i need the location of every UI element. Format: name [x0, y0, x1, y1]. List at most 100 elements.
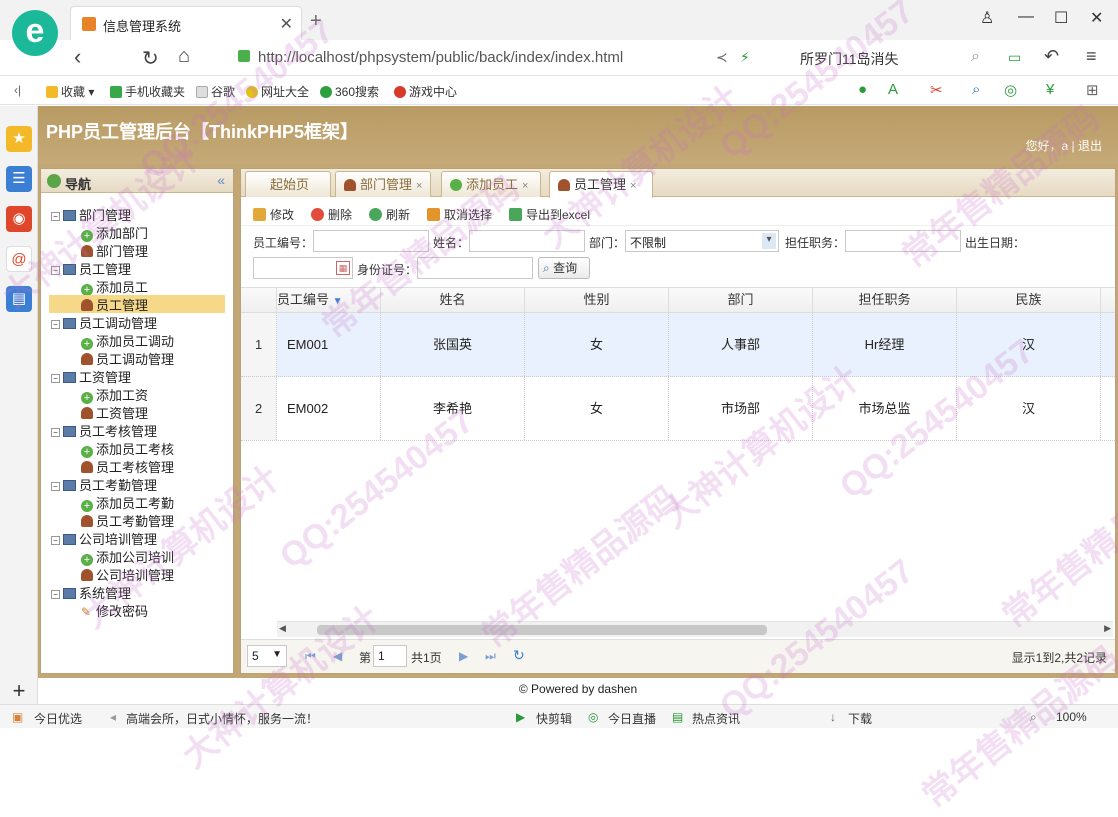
gamepad-icon[interactable]: ◎ — [1004, 81, 1017, 99]
star-favorites-icon[interactable]: ★ — [6, 126, 32, 152]
first-page-icon[interactable]: ⏮ — [305, 649, 316, 664]
home-icon[interactable]: ⌂ — [178, 45, 190, 68]
horizontal-scrollbar[interactable]: ◀ ▶ — [277, 621, 1113, 637]
scroll-right-icon[interactable]: ▶ — [1104, 623, 1111, 634]
tab-add-employee[interactable]: 添加员工 × — [441, 171, 541, 197]
share-icon[interactable]: ≺ — [716, 49, 728, 66]
emp-no-input[interactable] — [313, 230, 429, 252]
zoom-level[interactable]: 100% — [1056, 710, 1087, 724]
nav-group[interactable]: − 员工考核管理 — [51, 421, 157, 439]
bookmark-hao[interactable]: 网址大全 — [246, 83, 309, 100]
export-excel-button[interactable]: 导出到excel — [509, 206, 590, 223]
lightning-icon[interactable]: ⚡ — [740, 49, 750, 66]
bookmark-google[interactable]: 谷歌 — [196, 83, 235, 100]
scroll-left-icon[interactable]: ◀ — [279, 623, 286, 634]
table-row[interactable]: 2 EM002 李希艳 女 市场部 市场总监 汉 — [241, 377, 1115, 441]
document-icon[interactable]: ▤ — [6, 286, 32, 312]
maximize-icon[interactable]: ☐ — [1054, 8, 1068, 28]
name-input[interactable] — [469, 230, 585, 252]
url-field[interactable]: http://localhost/phpsystem/public/back/i… — [230, 46, 705, 70]
nav-group[interactable]: − 员工管理 — [51, 259, 131, 277]
minimize-icon[interactable]: — — [1018, 8, 1034, 26]
nav-item[interactable]: 员工考勤管理 — [81, 511, 174, 529]
search-icon[interactable]: ⌕ — [971, 48, 980, 66]
expand-toggle-icon[interactable]: − — [51, 590, 60, 599]
nav-group[interactable]: − 部门管理 — [51, 205, 131, 223]
status-quick-edit[interactable]: 快剪辑 — [536, 710, 572, 727]
nav-item[interactable]: 员工调动管理 — [81, 349, 174, 367]
delete-button[interactable]: 删除 — [311, 206, 352, 223]
cancel-select-button[interactable]: 取消选择 — [427, 206, 492, 223]
nav-item[interactable]: + 添加员工考核 — [81, 439, 174, 458]
nav-group[interactable]: − 系统管理 — [51, 583, 131, 601]
edit-button[interactable]: 修改 — [253, 206, 294, 223]
next-page-icon[interactable]: ▶ — [459, 649, 468, 663]
page-number-input[interactable]: 1 — [373, 645, 407, 667]
bookmark-mobile[interactable]: 手机收藏夹 — [110, 83, 185, 100]
status-today-pick[interactable]: 今日优选 — [34, 710, 82, 727]
close-tab-icon[interactable]: × — [630, 180, 636, 192]
new-tab-icon[interactable]: + — [310, 10, 322, 33]
bookmark-favorites[interactable]: 收藏 ▾ — [46, 83, 94, 100]
nav-item[interactable]: 部门管理 — [81, 241, 148, 259]
bookmark-games[interactable]: 游戏中心 — [394, 83, 457, 100]
reload-icon[interactable]: ↻ — [142, 46, 159, 71]
nav-item[interactable]: + 添加员工 — [81, 277, 148, 296]
nav-item[interactable]: ✎ 修改密码 — [81, 601, 148, 619]
column-header[interactable]: 员工编号 ▼ — [277, 288, 381, 313]
column-header[interactable]: 姓名 — [381, 288, 525, 313]
table-row[interactable]: 1 EM001 张国英 女 人事部 Hr经理 汉 — [241, 313, 1115, 377]
weibo-icon[interactable]: ◉ — [6, 206, 32, 232]
expand-toggle-icon[interactable]: − — [51, 536, 60, 545]
expand-toggle-icon[interactable]: − — [51, 266, 60, 275]
scrollbar-thumb[interactable] — [317, 625, 767, 635]
calendar-icon[interactable]: ▦ — [336, 261, 350, 275]
refresh-button[interactable]: 刷新 — [369, 206, 410, 223]
magnifier-icon[interactable]: ⌕ — [972, 81, 980, 98]
collapse-nav-icon[interactable]: « — [217, 172, 225, 188]
undo-icon[interactable]: ↶ — [1044, 46, 1059, 67]
prev-page-icon[interactable]: ◀ — [333, 649, 342, 663]
mail-icon[interactable]: @ — [6, 246, 32, 272]
chevron-down-icon[interactable]: ▾ — [762, 233, 776, 249]
scissors-icon[interactable]: ✂ — [930, 81, 943, 99]
close-tab-icon[interactable]: × — [522, 180, 528, 192]
search-box[interactable]: 所罗门11岛消失 ⌕ — [790, 46, 990, 70]
wechat-icon[interactable]: ● — [858, 81, 867, 98]
nav-item[interactable]: 工资管理 — [81, 403, 148, 421]
bookmark-360[interactable]: 360搜索 — [320, 83, 379, 100]
column-header[interactable]: 部门 — [669, 288, 813, 313]
id-card-input[interactable] — [417, 257, 533, 279]
close-tab-icon[interactable]: × — [416, 180, 422, 192]
last-page-icon[interactable]: ⏭ — [485, 649, 496, 664]
expand-toggle-icon[interactable]: − — [51, 482, 60, 491]
nav-group[interactable]: − 员工调动管理 — [51, 313, 157, 331]
browser-tab[interactable]: 信息管理系统 ✕ — [70, 6, 302, 40]
close-tab-icon[interactable]: ✕ — [280, 14, 293, 34]
birth-date-input[interactable]: ▦ — [253, 257, 353, 279]
status-ad-text[interactable]: 高端会所，日式小情怀，服务一流！ — [126, 710, 318, 727]
status-download[interactable]: 下载 — [848, 710, 872, 727]
sidebar-toggle-icon[interactable]: ‹| — [14, 83, 21, 97]
column-header[interactable]: 性别 — [525, 288, 669, 313]
expand-toggle-icon[interactable]: − — [51, 374, 60, 383]
tab-employee-manage[interactable]: 员工管理 × — [549, 171, 653, 198]
nav-item[interactable]: 公司培训管理 — [81, 565, 174, 583]
logout-link[interactable]: 退出 — [1078, 139, 1102, 153]
status-live[interactable]: 今日直播 — [608, 710, 656, 727]
chevron-down-icon[interactable]: ▼ — [272, 649, 282, 660]
query-button[interactable]: ⌕ 查询 — [538, 257, 590, 279]
expand-toggle-icon[interactable]: − — [51, 320, 60, 329]
nav-group[interactable]: − 公司培训管理 — [51, 529, 157, 547]
nav-item[interactable]: + 添加公司培训 — [81, 547, 174, 566]
nav-group[interactable]: − 员工考勤管理 — [51, 475, 157, 493]
position-input[interactable] — [845, 230, 961, 252]
reload-page-icon[interactable]: ↻ — [513, 647, 525, 664]
nav-item[interactable]: 员工考核管理 — [81, 457, 174, 475]
column-header[interactable]: 担任职务 — [813, 288, 957, 313]
expand-toggle-icon[interactable]: − — [51, 212, 60, 221]
battery-icon[interactable]: ▭ — [1008, 49, 1021, 66]
expand-toggle-icon[interactable]: − — [51, 428, 60, 437]
shirt-skin-icon[interactable]: ♙ — [980, 8, 994, 28]
nav-item[interactable]: + 添加员工考勤 — [81, 493, 174, 512]
